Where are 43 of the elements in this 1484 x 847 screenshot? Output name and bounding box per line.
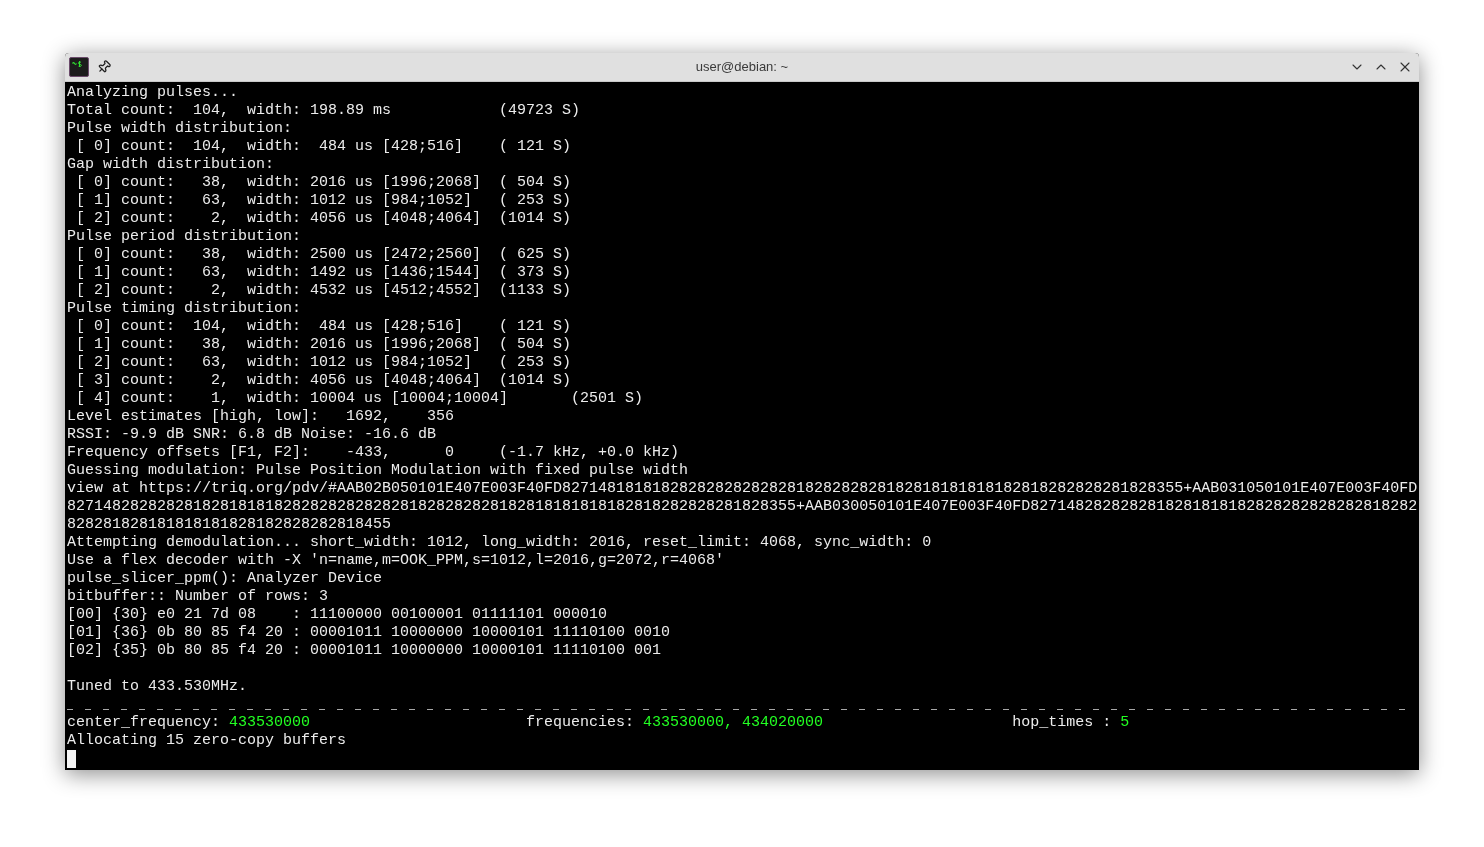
terminal-line: 828281828181818181828182828282818455: [67, 516, 392, 534]
terminal-line: [ 0] count: 104, width: 484 us [428;516] ( 121 S): [75, 318, 572, 336]
status-label: center_frequency:: [67, 714, 221, 732]
terminal-line: Allocating 15 zero-copy buffers: [67, 732, 347, 750]
terminal-line: Total count: 104, width: 198.89 ms (49723 S): [67, 102, 581, 120]
status-value: 433530000, 434020000: [643, 714, 824, 732]
terminal-line: [ 4] count: 1, width: 10004 us [10004;10004] (2501 S): [75, 390, 644, 408]
terminal-line: [ 1] count: 38, width: 2016 us [1996;2068] ( 504 S): [75, 336, 572, 354]
terminal-line: Pulse period distribution:: [67, 228, 302, 246]
terminal-line: [02] {35} 0b 80 85 f4 20 : 00001011 10000000 10000101 11110100 001: [67, 642, 662, 660]
terminal-line: Use a flex decoder with -X 'n=name,m=OOK_PPM,s=1012,l=2016,g=2072,r=4068': [67, 552, 725, 570]
terminal-line: [ 0] count: 38, width: 2500 us [2472;2560] ( 625 S): [75, 246, 572, 264]
terminal-line: bitbuffer:: Number of rows: 3: [67, 588, 329, 606]
terminal-line: [ 1] count: 63, width: 1492 us [1436;1544] ( 373 S): [75, 264, 572, 282]
terminal-line: [01] {36} 0b 80 85 f4 20 : 00001011 10000000 10000101 11110100 0010: [67, 624, 671, 642]
terminal-line: Analyzing pulses...: [67, 84, 239, 102]
terminal-line: [ 3] count: 2, width: 4056 us [4048;4064] (1014 S): [75, 372, 572, 390]
status-label: hop_times :: [1012, 714, 1112, 732]
terminal-line: pulse_slicer_ppm(): Analyzer Device: [67, 570, 383, 588]
terminal-line: Guessing modulation: Pulse Position Modulation with fixed pulse width: [67, 462, 689, 480]
terminal-line: Frequency offsets [F1, F2]: -433, 0 (-1.7 kHz, +0.0 kHz): [67, 444, 680, 462]
terminal-line: Tuned to 433.530MHz.: [67, 678, 248, 696]
terminal-line: view at https://triq.org/pdv/#AAB02B050101E407E003F40FD827148181818282828282828281828282828182818181818182818282828281828355+AAB031050101E407E003F40FD: [67, 480, 1418, 498]
terminal-line: [ 1] count: 63, width: 1012 us [984;1052] ( 253 S): [75, 192, 572, 210]
terminal-line: [ 2] count: 2, width: 4532 us [4512;4552] (1133 S): [75, 282, 572, 300]
status-label: frequencies:: [526, 714, 635, 732]
terminal-line: RSSI: -9.9 dB SNR: 6.8 dB Noise: -16.6 dB: [67, 426, 437, 444]
status-value: 433530000: [229, 714, 311, 732]
text-cursor: [67, 750, 76, 768]
terminal-line: [ 2] count: 63, width: 1012 us [984;1052] ( 253 S): [75, 354, 572, 372]
terminal-line: [ 0] count: 38, width: 2016 us [1996;2068] ( 504 S): [75, 174, 572, 192]
status-value: 5: [1120, 714, 1130, 732]
terminal-line: Pulse timing distribution:: [67, 300, 302, 318]
terminal-line: [ 2] count: 2, width: 4056 us [4048;4064] (1014 S): [75, 210, 572, 228]
terminal-line: 827148282828281828181818282828282828281828282828182818181818182818282828281828355+AAB030050101E407E003F40FD8271482828282818281818182828282828282818282: [67, 498, 1418, 516]
terminal-line: [ 0] count: 104, width: 484 us [428;516] ( 121 S): [75, 138, 572, 156]
terminal-line: [00] {30} e0 21 7d 08 : 11100000 00100001 01111101 000010: [67, 606, 608, 624]
terminal-line: Attempting demodulation... short_width: 1012, long_width: 2016, reset_limit: 4068, sync_width: 0: [67, 534, 932, 552]
terminal-line: Gap width distribution:: [67, 156, 275, 174]
terminal-line: Level estimates [high, low]: 1692, 356: [67, 408, 455, 426]
window-title: user@debian: ~: [695, 58, 789, 77]
terminal-icon[interactable]: [69, 57, 89, 77]
terminal-line: Pulse width distribution:: [67, 120, 293, 138]
